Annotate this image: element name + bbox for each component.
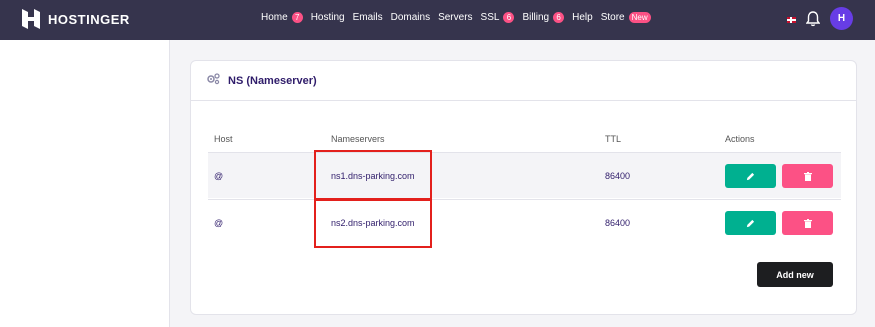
nav-home[interactable]: Home 7: [261, 12, 303, 23]
card-header: NS (Nameserver): [191, 61, 856, 101]
nav-emails[interactable]: Emails: [353, 12, 383, 23]
uk-flag-icon[interactable]: [787, 16, 796, 23]
nav-label: Servers: [438, 12, 473, 23]
pencil-icon: [746, 219, 755, 227]
nav-label: Home: [261, 12, 288, 23]
trash-icon: [803, 218, 812, 228]
annotation-highlight: [314, 150, 432, 200]
column-actions: Actions: [725, 134, 755, 144]
brand-name: HOSTINGER: [48, 11, 130, 27]
bell-icon[interactable]: [806, 10, 820, 27]
ttl-cell: 86400: [605, 218, 631, 228]
nav-label: Billing: [522, 12, 550, 23]
nav-badge: 7: [291, 12, 303, 23]
gears-icon: [206, 72, 220, 90]
nav-label: SSL: [480, 12, 500, 23]
delete-button[interactable]: [782, 164, 833, 188]
nav-store[interactable]: Store New: [601, 12, 651, 23]
nav-label: Domains: [390, 12, 431, 23]
edit-button[interactable]: [725, 164, 776, 188]
user-avatar[interactable]: H: [830, 7, 853, 30]
ttl-cell: 86400: [605, 171, 631, 181]
hostinger-logo-icon: [22, 9, 40, 29]
nav-label: Emails: [352, 12, 383, 23]
column-ttl: TTL: [605, 134, 622, 144]
avatar-letter: H: [837, 13, 846, 24]
pencil-icon: [746, 172, 755, 180]
nav-label: Hosting: [310, 12, 345, 23]
nav-billing[interactable]: Billing 6: [522, 12, 565, 23]
sidebar: [0, 40, 170, 327]
table-row: @ ns1.dns-parking.com 86400: [208, 152, 841, 198]
nav-badge: 6: [553, 12, 565, 23]
nav-badge: New: [628, 12, 651, 23]
host-cell: @: [214, 218, 224, 228]
nav-domains[interactable]: Domains: [391, 12, 430, 23]
annotation-highlight: [314, 199, 432, 248]
delete-button[interactable]: [782, 211, 833, 235]
card-title: NS (Nameserver): [228, 74, 317, 87]
top-navbar: HOSTINGER Home 7 Hosting Emails Domains …: [0, 0, 875, 40]
nav-label: Help: [572, 12, 593, 23]
brand-logo[interactable]: HOSTINGER: [22, 9, 130, 29]
nav-badge: 6: [503, 12, 515, 23]
table-row: @ ns2.dns-parking.com 86400: [208, 199, 841, 245]
edit-button[interactable]: [725, 211, 776, 235]
nav-ssl[interactable]: SSL 6: [481, 12, 515, 23]
nav-hosting[interactable]: Hosting: [311, 12, 345, 23]
table-header: Host Nameservers TTL Actions: [208, 134, 841, 154]
nav-help[interactable]: Help: [572, 12, 593, 23]
column-host: Host: [214, 134, 233, 144]
trash-icon: [803, 171, 812, 181]
nav-label: Store: [600, 12, 625, 23]
nav-servers[interactable]: Servers: [438, 12, 472, 23]
column-nameservers: Nameservers: [331, 134, 385, 144]
main-nav: Home 7 Hosting Emails Domains Servers SS…: [261, 12, 651, 23]
header-actions: H: [787, 7, 853, 30]
host-cell: @: [214, 171, 224, 181]
add-new-button[interactable]: Add new: [757, 262, 833, 287]
